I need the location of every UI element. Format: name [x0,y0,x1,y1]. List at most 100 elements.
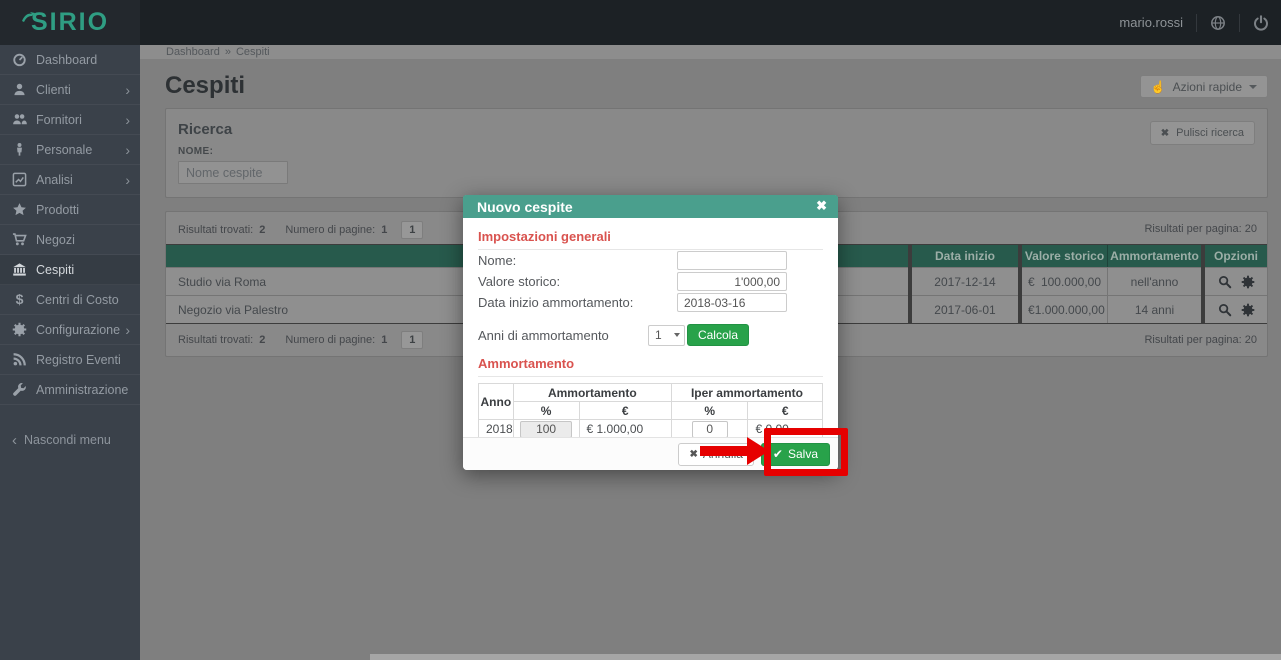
amm-eur-header: € [579,402,671,420]
users-icon [12,112,28,128]
chevron-down-icon [1249,85,1257,89]
person-icon [12,142,28,158]
section-impostazioni-generali: Impostazioni generali [478,229,823,250]
page-1-button[interactable]: 1 [401,221,423,239]
close-icon: ✖ [1161,128,1169,139]
gear-icon [12,322,28,338]
quick-actions-button[interactable]: ☝ Azioni rapide [1140,75,1268,98]
hide-menu-button[interactable]: ‹ Nascondi menu [0,425,140,455]
chevron-right-icon: › [125,143,130,157]
search-icon[interactable] [1218,303,1232,317]
logo-area[interactable]: SIRIO [0,0,140,45]
form-row-valore: Valore storico: [478,271,823,292]
nuovo-cespite-modal: Nuovo cespite ✖ Impostazioni generali No… [463,195,838,470]
name-field-label: NOME: [178,146,1267,157]
anni-select[interactable]: 1 [648,325,685,346]
valore-label: Valore storico: [478,274,677,289]
ammortamento-table: Anno Ammortamento Iper ammortamento % € … [478,383,823,439]
chevron-down-icon [674,333,680,337]
section-ammortamento: Ammortamento [478,356,823,377]
power-icon[interactable] [1253,15,1269,31]
iper-eur-header: € [748,402,823,420]
sidebar-item-registro-eventi[interactable]: Registro Eventi [0,345,140,375]
gear-icon[interactable] [1241,275,1255,289]
iper-eur-value: € 0,00 [748,420,823,439]
search-panel-title: Ricerca [166,109,1267,146]
modal-header: Nuovo cespite ✖ [463,195,838,218]
column-header-valore[interactable]: Valore storico [1022,245,1107,267]
close-icon: ✖ [689,449,697,460]
amm-eur-value: € 1.000,00 [579,420,671,439]
search-input[interactable] [178,161,288,184]
sidebar-item-cespiti[interactable]: Cespiti [0,255,140,285]
search-icon[interactable] [1218,275,1232,289]
per-page-top: Risultati per pagina: 20 [1144,223,1257,235]
sidebar-item-prodotti[interactable]: Prodotti [0,195,140,225]
sidebar-item-fornitori[interactable]: Fornitori › [0,105,140,135]
gear-icon[interactable] [1241,303,1255,317]
topbar: SIRIO mario.rossi [0,0,1281,45]
anno-header: Anno [479,384,514,420]
cell-valore: €100.000,00 [1022,267,1107,295]
horizontal-scrollbar[interactable] [370,654,1281,660]
clear-search-button[interactable]: ✖ Pulisci ricerca [1150,121,1255,145]
sidebar-item-amministrazione[interactable]: Amministrazione [0,375,140,405]
sidebar-item-analisi[interactable]: Analisi › [0,165,140,195]
chevron-right-icon: › [125,173,130,187]
sidebar-item-dashboard[interactable]: Dashboard [0,45,140,75]
chevron-left-icon: ‹ [12,432,17,449]
check-icon: ✔ [773,447,783,461]
rss-icon [12,352,28,368]
breadcrumb-dashboard[interactable]: Dashboard [166,46,220,58]
sidebar-item-negozi[interactable]: Negozi [0,225,140,255]
page-1-button[interactable]: 1 [401,331,423,349]
breadcrumb-current: Cespiti [236,46,270,58]
modal-body: Impostazioni generali Nome: Valore stori… [463,218,838,437]
amm-header: Ammortamento [513,384,671,402]
data-inizio-label: Data inizio ammortamento: [478,295,677,310]
iper-header: Iper ammortamento [671,384,822,402]
nome-input[interactable] [677,251,787,270]
breadcrumb: Dashboard » Cespiti [140,45,1281,59]
anni-label: Anni di ammortamento [478,328,648,343]
cell-data-inizio: 2017-06-01 [912,295,1018,323]
nome-label: Nome: [478,253,677,268]
annulla-button[interactable]: ✖ Annulla [678,443,753,466]
close-icon[interactable]: ✖ [816,198,827,214]
form-row-data-inizio: Data inizio ammortamento: [478,292,823,313]
amm-pct-input[interactable] [520,421,572,438]
gauge-icon [12,52,28,68]
salva-button[interactable]: ✔ Salva [761,443,830,466]
valore-storico-input[interactable] [677,272,787,291]
column-header-ammortamento[interactable]: Ammortamento [1107,245,1201,267]
chevron-right-icon: › [125,113,130,127]
cell-valore: €1.000.000,00 [1022,295,1107,323]
user-icon [12,82,28,98]
breadcrumb-separator: » [225,46,231,58]
globe-icon[interactable] [1210,15,1226,31]
data-inizio-input[interactable] [677,293,787,312]
sidebar-item-personale[interactable]: Personale › [0,135,140,165]
sidebar-item-clienti[interactable]: Clienti › [0,75,140,105]
username[interactable]: mario.rossi [1119,15,1183,30]
dollar-icon: $ [12,292,28,308]
iper-pct-input[interactable] [692,421,728,438]
column-header-opzioni: Opzioni [1205,245,1267,267]
app-logo: SIRIO [31,8,109,37]
modal-title: Nuovo cespite [463,199,573,215]
divider [1196,14,1197,32]
chevron-right-icon: › [125,323,130,337]
modal-footer: ✖ Annulla ✔ Salva [463,437,838,470]
form-row-anni: Anni di ammortamento 1 Calcola [478,324,823,346]
calcola-button[interactable]: Calcola [687,324,749,346]
sidebar-item-centri-di-costo[interactable]: $ Centri di Costo [0,285,140,315]
divider [1239,14,1240,32]
cell-data-inizio: 2017-12-14 [912,267,1018,295]
cell-ammortamento: 14 anni [1107,295,1201,323]
dragon-icon [21,1,37,13]
chevron-right-icon: › [125,83,130,97]
cell-ammortamento: nell'anno [1107,267,1201,295]
sidebar-item-configurazione[interactable]: Configurazione › [0,315,140,345]
svg-text:$: $ [16,292,24,307]
column-header-data-inizio[interactable]: Data inizio [912,245,1018,267]
